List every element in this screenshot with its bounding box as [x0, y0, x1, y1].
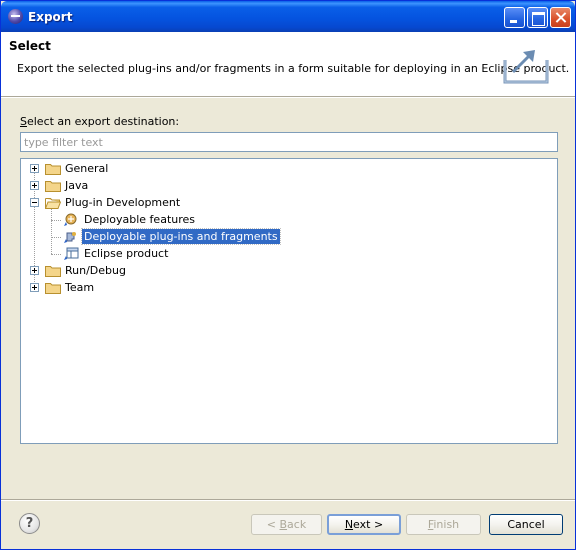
tree-item-label: Team	[65, 281, 95, 294]
page-description: Export the selected plug-ins and/or frag…	[17, 62, 570, 75]
finish-button[interactable]: Finish	[406, 514, 481, 535]
next-button[interactable]: Next >	[327, 514, 401, 535]
close-button[interactable]	[550, 7, 571, 28]
tree-item-label: General	[65, 162, 109, 175]
folder-icon	[45, 181, 61, 192]
minimize-button[interactable]	[504, 7, 525, 28]
wizard-banner: Select Export the selected plug-ins and/…	[1, 32, 575, 97]
tree-item-label: Plug-in Development	[65, 196, 181, 209]
page-title: Select	[9, 39, 51, 53]
expand-icon[interactable]	[30, 164, 39, 173]
collapse-icon[interactable]	[30, 198, 39, 207]
folder-icon	[45, 283, 61, 294]
tree-item-label: Eclipse product	[84, 247, 169, 260]
tree-item-eclipse-product[interactable]: Eclipse product	[21, 245, 261, 262]
tree-item-label: Run/Debug	[65, 264, 126, 277]
folder-open-icon	[45, 198, 61, 209]
expand-icon[interactable]	[30, 283, 39, 292]
expand-icon[interactable]	[30, 181, 39, 190]
eclipse-icon	[8, 9, 23, 24]
feature-export-icon	[64, 213, 77, 226]
tree-item-label: Deployable features	[84, 213, 196, 226]
plugin-export-icon	[64, 232, 76, 243]
back-button[interactable]: < Back	[251, 514, 322, 535]
cancel-button[interactable]: Cancel	[489, 514, 563, 535]
folder-icon	[45, 266, 61, 277]
destination-label: Select an export destination:	[20, 115, 180, 128]
expand-icon[interactable]	[30, 266, 39, 275]
help-icon[interactable]: ?	[19, 513, 40, 534]
window-title: Export	[28, 10, 73, 24]
tree-item-general[interactable]: General	[21, 160, 221, 177]
tree-item-java[interactable]: Java	[21, 177, 221, 194]
button-bar-divider-highlight	[1, 500, 575, 501]
folder-icon	[45, 164, 61, 175]
tree-item-label: Deployable plug-ins and fragments	[81, 228, 281, 245]
export-dialog: Export Select Export the selected plug-i…	[0, 0, 576, 550]
tree-item-run-debug[interactable]: Run/Debug	[21, 262, 221, 279]
banner-divider	[1, 97, 575, 98]
export-wizard-tree[interactable]: General Java Plug-in Development Deploya…	[20, 158, 558, 444]
tree-item-label: Java	[65, 179, 89, 192]
tree-item-plugin-development[interactable]: Plug-in Development	[21, 194, 241, 211]
export-wizard-icon	[503, 50, 549, 84]
product-icon	[64, 247, 79, 260]
title-bar[interactable]: Export	[1, 1, 575, 32]
tree-item-deployable-features[interactable]: Deployable features	[21, 211, 261, 228]
tree-item-team[interactable]: Team	[21, 279, 221, 296]
tree-item-deployable-plugins[interactable]: Deployable plug-ins and fragments	[21, 228, 281, 245]
maximize-button[interactable]	[527, 7, 548, 28]
filter-input[interactable]	[20, 132, 558, 152]
